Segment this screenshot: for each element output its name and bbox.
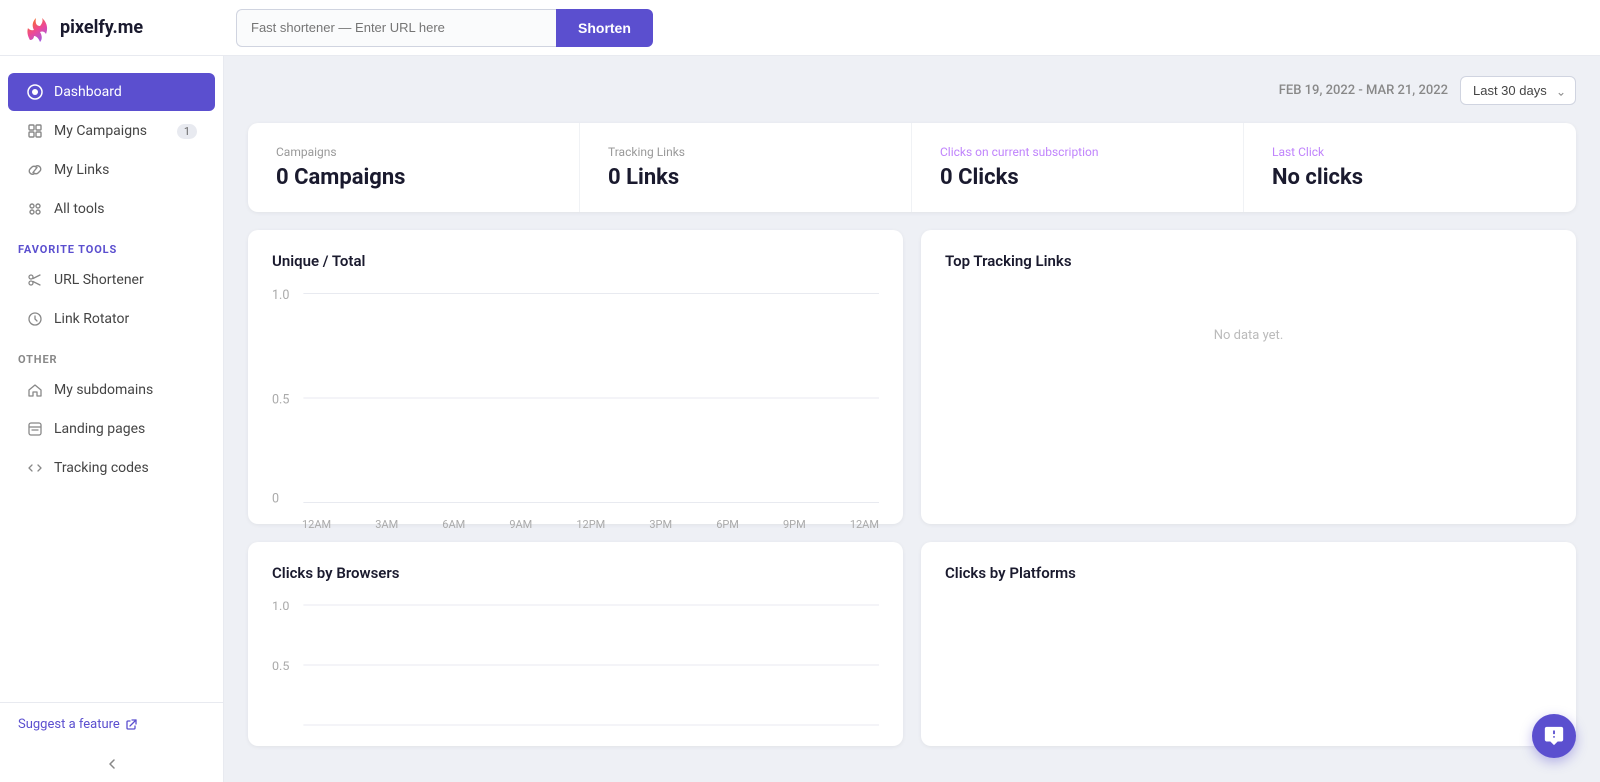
clicks-by-platforms-title: Clicks by Platforms [945, 564, 1552, 582]
date-range-select[interactable]: Last 7 days Last 30 days Last 90 days Cu… [1460, 76, 1576, 105]
sidebar-item-my-subdomains[interactable]: My subdomains [8, 371, 215, 409]
date-select-wrap: Last 7 days Last 30 days Last 90 days Cu… [1460, 76, 1576, 105]
unique-total-chart-title: Unique / Total [272, 252, 879, 270]
logo: pixelfy.me [20, 12, 220, 44]
sidebar-item-my-subdomains-label: My subdomains [54, 382, 153, 398]
unique-total-svg: 1.0 0.5 0 [272, 288, 879, 508]
logo-text: pixelfy.me [60, 17, 143, 38]
svg-text:0.5: 0.5 [272, 659, 290, 673]
sidebar-item-my-links[interactable]: My Links [8, 151, 215, 189]
home-icon [26, 381, 44, 399]
stat-links: Tracking Links 0 Links [580, 123, 912, 212]
chevron-left-icon [104, 756, 120, 772]
sidebar-item-url-shortener[interactable]: URL Shortener [8, 261, 215, 299]
svg-text:1.0: 1.0 [272, 600, 290, 613]
app-body: Dashboard My Campaigns 1 My Links Al [0, 56, 1600, 782]
logo-icon [20, 12, 52, 44]
stat-clicks-label: Clicks on current subscription [940, 145, 1215, 159]
dashboard-icon [26, 83, 44, 101]
suggest-feature-label: Suggest a feature [18, 717, 120, 732]
chat-bubble-button[interactable] [1532, 714, 1576, 758]
external-link-icon [125, 718, 138, 731]
charts-row-2: Clicks by Browsers 1.0 0.5 Clicks by Pla… [248, 542, 1576, 746]
other-section-label: OTHER [0, 339, 223, 370]
unique-total-chart-card: Unique / Total 1.0 0.5 0 [248, 230, 903, 524]
url-input[interactable] [236, 9, 556, 47]
shorten-button[interactable]: Shorten [556, 9, 653, 47]
charts-row-1: Unique / Total 1.0 0.5 0 [248, 230, 1576, 524]
sidebar-item-all-tools-label: All tools [54, 201, 104, 217]
sidebar-item-my-campaigns[interactable]: My Campaigns 1 [8, 112, 215, 150]
stat-clicks: Clicks on current subscription 0 Clicks [912, 123, 1244, 212]
sidebar-item-url-shortener-label: URL Shortener [54, 272, 144, 288]
tools-icon [26, 200, 44, 218]
stat-campaigns: Campaigns 0 Campaigns [248, 123, 580, 212]
sidebar-item-landing-pages[interactable]: Landing pages [8, 410, 215, 448]
clicks-by-platforms-card: Clicks by Platforms [921, 542, 1576, 746]
campaigns-icon [26, 122, 44, 140]
code-icon [26, 459, 44, 477]
stat-last-click: Last Click No clicks [1244, 123, 1576, 212]
clicks-by-browsers-chart: 1.0 0.5 [272, 600, 879, 730]
clicks-by-browsers-title: Clicks by Browsers [272, 564, 879, 582]
sidebar-item-all-tools[interactable]: All tools [8, 190, 215, 228]
url-input-wrap: Shorten [236, 9, 653, 47]
sidebar-item-link-rotator-label: Link Rotator [54, 311, 129, 327]
stat-last-click-value: No clicks [1272, 165, 1548, 190]
links-icon [26, 161, 44, 179]
unique-total-chart: 1.0 0.5 0 12AM 3AM 6AM 9AM [272, 288, 879, 508]
campaigns-badge: 1 [177, 124, 197, 139]
svg-text:1.0: 1.0 [272, 288, 289, 303]
sidebar-nav: Dashboard My Campaigns 1 My Links Al [0, 56, 223, 702]
date-bar: FEB 19, 2022 - MAR 21, 2022 Last 7 days … [248, 76, 1576, 105]
sidebar-item-my-campaigns-label: My Campaigns [54, 123, 147, 139]
stat-links-value: 0 Links [608, 165, 883, 190]
stat-clicks-value: 0 Clicks [940, 165, 1215, 190]
favorite-tools-section-label: FAVORITE TOOLS [0, 229, 223, 260]
sidebar-item-tracking-codes[interactable]: Tracking codes [8, 449, 215, 487]
top-tracking-links-card: Top Tracking Links No data yet. [921, 230, 1576, 524]
stat-links-label: Tracking Links [608, 145, 883, 159]
topbar: pixelfy.me Shorten [0, 0, 1600, 56]
stat-campaigns-value: 0 Campaigns [276, 165, 551, 190]
stats-row: Campaigns 0 Campaigns Tracking Links 0 L… [248, 123, 1576, 212]
sidebar: Dashboard My Campaigns 1 My Links Al [0, 56, 224, 782]
sidebar-item-dashboard-label: Dashboard [54, 84, 122, 100]
landing-icon [26, 420, 44, 438]
sidebar-item-link-rotator[interactable]: Link Rotator [8, 300, 215, 338]
svg-text:0: 0 [272, 491, 279, 506]
rotator-icon [26, 310, 44, 328]
sidebar-item-dashboard[interactable]: Dashboard [8, 73, 215, 111]
sidebar-footer: Suggest a feature [0, 702, 223, 746]
clicks-by-browsers-card: Clicks by Browsers 1.0 0.5 [248, 542, 903, 746]
main-content: FEB 19, 2022 - MAR 21, 2022 Last 7 days … [224, 56, 1600, 782]
top-tracking-links-title: Top Tracking Links [945, 252, 1552, 270]
top-tracking-links-no-data: No data yet. [945, 288, 1552, 383]
svg-text:0.5: 0.5 [272, 392, 289, 407]
x-axis-labels: 12AM 3AM 6AM 9AM 12PM 3PM 6PM 9PM 12AM [302, 512, 879, 531]
sidebar-collapse-button[interactable] [0, 746, 223, 782]
suggest-feature-link[interactable]: Suggest a feature [18, 717, 205, 732]
sidebar-item-tracking-codes-label: Tracking codes [54, 460, 149, 476]
chat-bubble-icon [1543, 725, 1565, 747]
sidebar-item-my-links-label: My Links [54, 162, 109, 178]
stat-campaigns-label: Campaigns [276, 145, 551, 159]
stat-last-click-label: Last Click [1272, 145, 1548, 159]
sidebar-item-landing-pages-label: Landing pages [54, 421, 145, 437]
date-range-text: FEB 19, 2022 - MAR 21, 2022 [1279, 83, 1448, 98]
scissors-icon [26, 271, 44, 289]
clicks-by-browsers-svg: 1.0 0.5 [272, 600, 879, 730]
